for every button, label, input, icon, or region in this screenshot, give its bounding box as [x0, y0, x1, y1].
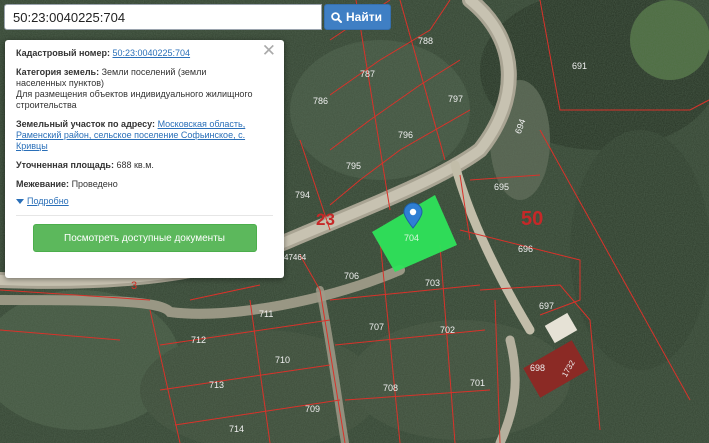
search-bar: Найти	[4, 4, 391, 30]
parcel-711: 711	[259, 309, 273, 319]
parcel-707: 707	[369, 322, 384, 332]
block-50: 50	[521, 208, 543, 230]
block-23: 23	[316, 210, 335, 229]
address-link-1[interactable]: Московская область,	[158, 119, 246, 129]
parcel-702: 702	[440, 325, 455, 335]
search-button[interactable]: Найти	[324, 4, 391, 30]
parcel-691: 691	[572, 61, 587, 71]
parcel-695: 695	[494, 182, 509, 192]
parcel-796: 796	[398, 130, 413, 140]
search-button-label: Найти	[346, 10, 382, 24]
parcel-696: 696	[518, 244, 533, 254]
parcel-788: 788	[418, 36, 433, 46]
address-link-2[interactable]: Раменский район, сельское поселение Софь…	[16, 130, 245, 140]
popup-divider	[16, 215, 273, 216]
cadastral-number-label: Кадастровый номер:	[16, 48, 110, 58]
parcel-704: 704	[404, 233, 419, 243]
parcel-714: 714	[229, 424, 244, 434]
address-link-3[interactable]: Кривцы	[16, 141, 48, 151]
parcel-794: 794	[295, 190, 310, 200]
area-value: 688 кв.м.	[116, 160, 154, 170]
parcel-709: 709	[305, 404, 320, 414]
parcel-701: 701	[470, 378, 485, 388]
area-row: Уточненная площадь: 688 кв.м.	[16, 160, 273, 171]
land-category-label: Категория земель:	[16, 67, 100, 77]
details-link[interactable]: Подробно	[27, 196, 69, 207]
survey-row: Межевание: Проведено	[16, 179, 273, 190]
address-row: Земельный участок по адресу: Московская …	[16, 119, 273, 152]
search-icon	[331, 11, 342, 23]
view-documents-button[interactable]: Посмотреть доступные документы	[32, 224, 257, 252]
parcel-698: 698	[530, 363, 545, 373]
parcel-710: 710	[275, 355, 290, 365]
address-label: Земельный участок по адресу:	[16, 119, 156, 129]
survey-label: Межевание:	[16, 179, 70, 189]
land-category-value-1: Земли поселений (земли	[101, 67, 207, 77]
survey-value: Проведено	[71, 179, 118, 189]
parcel-706: 706	[344, 271, 359, 281]
parcel-697: 697	[539, 301, 554, 311]
parcel-786: 786	[313, 96, 328, 106]
search-input[interactable]	[4, 4, 322, 30]
area-label: Уточненная площадь:	[16, 160, 114, 170]
land-usage-2: строительства	[16, 100, 77, 110]
parcel-712: 712	[191, 335, 206, 345]
parcel-787: 787	[360, 69, 375, 79]
parcel-797: 797	[448, 94, 463, 104]
land-usage-1: Для размещения объектов индивидуального …	[16, 89, 253, 99]
parcel-795: 795	[346, 161, 361, 171]
close-icon[interactable]: ✕	[262, 42, 276, 59]
parcel-3: 3	[131, 280, 137, 292]
parcel-47464: 47464	[284, 253, 307, 262]
details-toggle[interactable]: Подробно	[16, 196, 273, 207]
parcel-703: 703	[425, 278, 440, 288]
land-category-row: Категория земель: Земли поселений (земли…	[16, 67, 273, 111]
caret-down-icon	[16, 199, 24, 204]
parcel-708: 708	[383, 383, 398, 393]
cadastral-number-link[interactable]: 50:23:0040225:704	[112, 48, 190, 58]
cadastral-number-row: Кадастровый номер: 50:23:0040225:704	[16, 48, 273, 59]
parcel-713: 713	[209, 380, 224, 390]
parcel-info-popup: ✕ Кадастровый номер: 50:23:0040225:704 К…	[5, 40, 284, 278]
land-category-value-2: населенных пунктов)	[16, 78, 105, 88]
